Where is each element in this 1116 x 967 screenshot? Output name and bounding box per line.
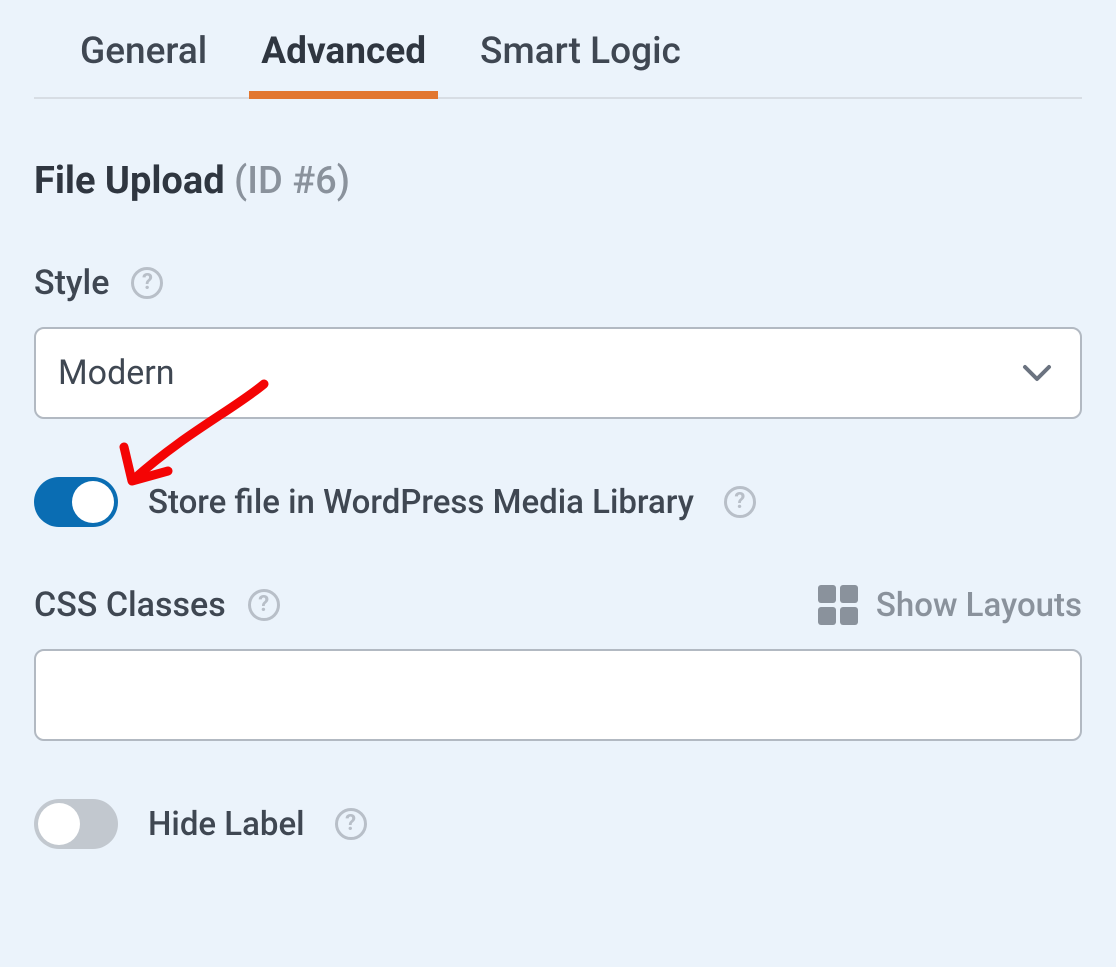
show-layouts-button[interactable]: Show Layouts (818, 585, 1082, 625)
help-icon[interactable]: ? (248, 589, 280, 621)
style-label: Style (34, 263, 109, 303)
css-classes-field: CSS Classes ? Show Layouts (34, 585, 1082, 741)
show-layouts-label: Show Layouts (876, 586, 1082, 625)
style-select[interactable]: Modern (34, 327, 1082, 419)
tab-general[interactable]: General (68, 18, 219, 97)
settings-tabs: General Advanced Smart Logic (34, 18, 1082, 99)
media-library-label: Store file in WordPress Media Library (148, 483, 694, 522)
chevron-down-icon (1022, 363, 1052, 383)
help-icon[interactable]: ? (131, 267, 163, 299)
section-title-text: File Upload (34, 159, 225, 203)
media-library-row: Store file in WordPress Media Library ? (34, 477, 1082, 527)
style-field: Style ? Modern (34, 263, 1082, 419)
hide-label-toggle[interactable] (34, 799, 118, 849)
help-icon[interactable]: ? (724, 486, 756, 518)
section-id: (ID #6) (234, 159, 350, 203)
media-library-toggle[interactable] (34, 477, 118, 527)
css-classes-label: CSS Classes (34, 585, 226, 625)
grid-icon (818, 585, 858, 625)
style-select-value: Modern (58, 353, 175, 393)
hide-label-row: Hide Label ? (34, 799, 1082, 849)
tab-advanced[interactable]: Advanced (249, 18, 438, 97)
help-icon[interactable]: ? (335, 808, 367, 840)
section-title: File Upload (ID #6) (34, 159, 1082, 203)
css-classes-input[interactable] (34, 649, 1082, 741)
tab-smart-logic[interactable]: Smart Logic (468, 18, 693, 97)
hide-label-label: Hide Label (148, 805, 305, 844)
